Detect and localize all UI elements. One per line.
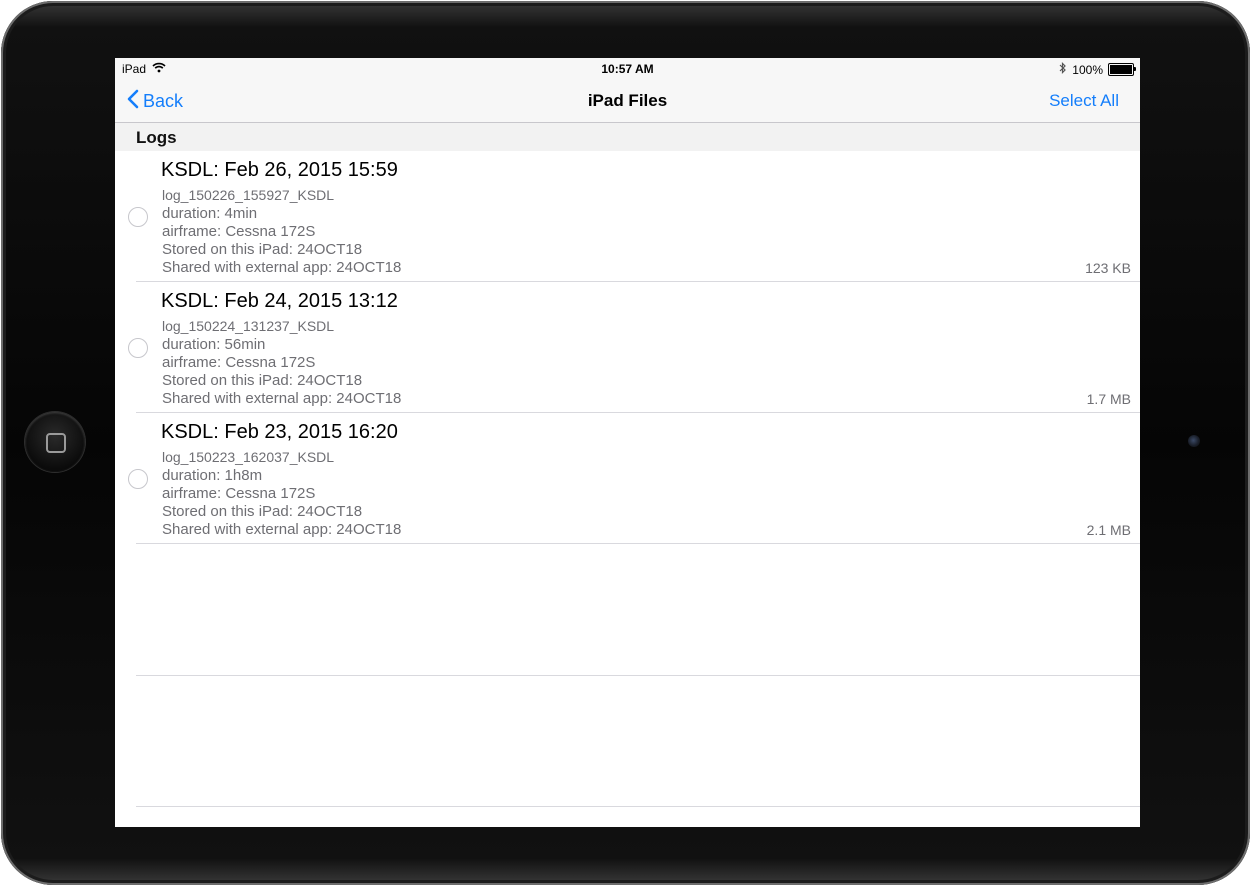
empty-row-separator: [136, 675, 1140, 676]
screen: iPad 10:57 AM 100% Back iPad Files Selec…: [115, 58, 1140, 827]
section-header: Logs: [115, 123, 1140, 151]
file-stored: Stored on this iPad: 24OCT18: [162, 241, 363, 258]
file-row[interactable]: KSDL: Feb 24, 2015 13:12 log_150224_1312…: [115, 282, 1140, 413]
file-duration: duration: 4min: [162, 205, 258, 222]
file-title: KSDL: Feb 24, 2015 13:12: [161, 290, 398, 312]
navigation-bar: Back iPad Files Select All: [115, 80, 1140, 123]
battery-icon: [1108, 63, 1136, 76]
page-title: iPad Files: [587, 91, 668, 110]
file-title: KSDL: Feb 23, 2015 16:20: [161, 421, 398, 443]
file-duration: duration: 1h8m: [162, 467, 263, 484]
file-airframe: airframe: Cessna 172S: [162, 223, 316, 240]
file-shared: Shared with external app: 24OCT18: [162, 259, 402, 276]
file-size: 123 KB: [1085, 260, 1131, 276]
file-stored: Stored on this iPad: 24OCT18: [162, 372, 363, 389]
row-separator: [136, 543, 1140, 544]
file-filename: log_150224_131237_KSDL: [162, 318, 335, 334]
select-radio[interactable]: [128, 469, 148, 489]
file-shared: Shared with external app: 24OCT18: [162, 390, 402, 407]
file-airframe: airframe: Cessna 172S: [162, 485, 316, 502]
bluetooth-icon: [1059, 62, 1067, 77]
status-time: 10:57 AM: [601, 62, 654, 76]
camera-icon: [1188, 435, 1200, 447]
file-row[interactable]: KSDL: Feb 26, 2015 15:59 log_150226_1559…: [115, 151, 1140, 282]
file-row[interactable]: KSDL: Feb 23, 2015 16:20 log_150223_1620…: [115, 413, 1140, 544]
file-size: 2.1 MB: [1086, 522, 1131, 538]
status-bar: iPad 10:57 AM 100%: [115, 58, 1140, 80]
section-title: Logs: [136, 128, 177, 147]
file-duration: duration: 56min: [162, 336, 266, 353]
file-airframe: airframe: Cessna 172S: [162, 354, 316, 371]
file-filename: log_150223_162037_KSDL: [162, 449, 335, 465]
home-button-icon[interactable]: [25, 412, 85, 472]
file-size: 1.7 MB: [1086, 391, 1131, 407]
select-radio[interactable]: [128, 207, 148, 227]
file-title: KSDL: Feb 26, 2015 15:59: [161, 159, 398, 181]
select-radio[interactable]: [128, 338, 148, 358]
file-shared: Shared with external app: 24OCT18: [162, 521, 402, 538]
battery-percent: 100%: [1072, 62, 1103, 77]
file-list: KSDL: Feb 26, 2015 15:59 log_150226_1559…: [115, 151, 1140, 544]
file-filename: log_150226_155927_KSDL: [162, 187, 335, 203]
empty-row-separator: [136, 806, 1140, 807]
file-stored: Stored on this iPad: 24OCT18: [162, 503, 363, 520]
select-all-button[interactable]: Select All: [1049, 91, 1119, 111]
ipad-frame: iPad 10:57 AM 100% Back iPad Files Selec…: [1, 1, 1250, 885]
